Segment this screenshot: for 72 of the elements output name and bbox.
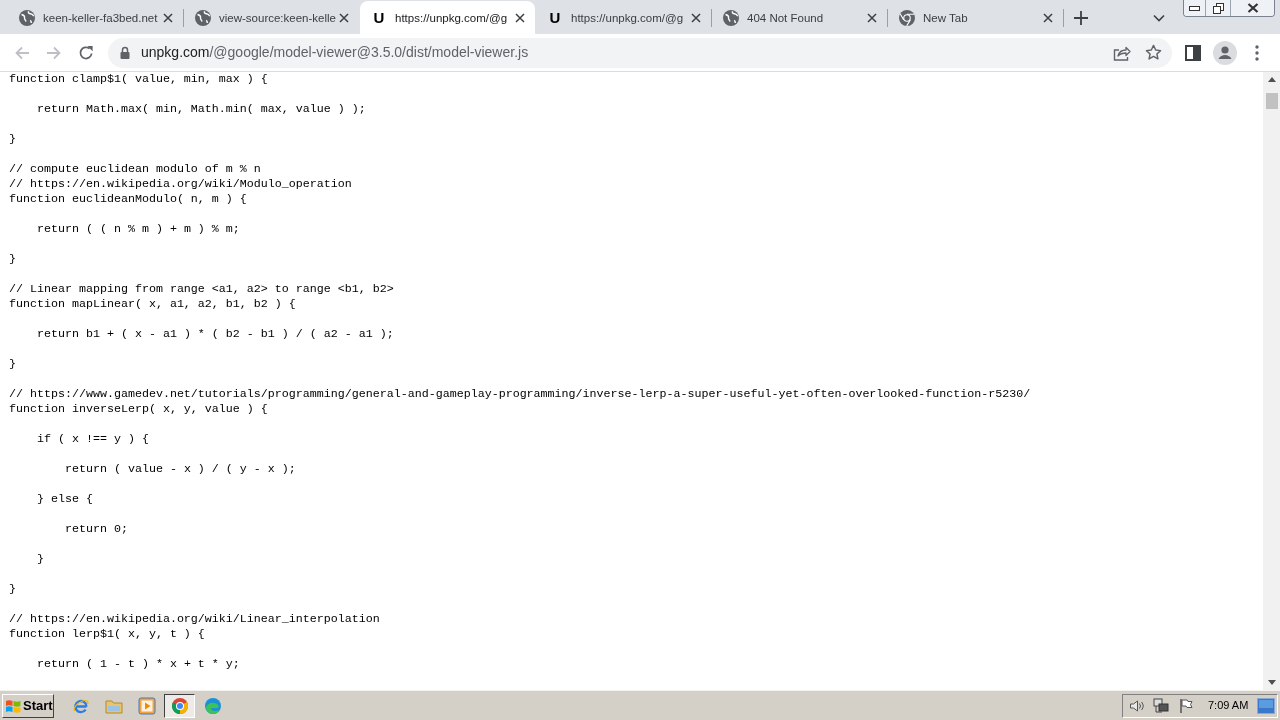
code-line: } [36, 552, 44, 567]
globe-icon [19, 9, 35, 26]
favicon-letter: U [548, 9, 562, 26]
tab[interactable]: 404 Not Found [712, 1, 887, 34]
scrollbar[interactable] [1263, 72, 1280, 690]
tray-clock: 7:09 AM [1208, 698, 1249, 714]
address-bar[interactable]: unpkg.com/@google/model-viewer@3.5.0/dist/model-viewer.js [108, 37, 1172, 68]
bookmark-star-icon[interactable] [1145, 44, 1162, 61]
code-line: function mapLinear( x, a1, a2, b1, b2 ) { [9, 297, 296, 312]
minimize-icon [1189, 5, 1200, 11]
play-icon [137, 696, 156, 715]
code-line: return ( 1 - t ) * x + t * y; [36, 657, 240, 672]
tab[interactable]: view-source:keen-kelle [184, 1, 359, 34]
scroll-down-icon[interactable] [1267, 680, 1276, 685]
close-icon[interactable] [339, 12, 349, 23]
code-line: // Linear mapping from range <a1, a2> to range <b1, b2> [9, 282, 394, 297]
code-line: // https://en.wikipedia.org/wiki/Modulo_operation [9, 177, 352, 192]
scroll-up-icon[interactable] [1267, 77, 1276, 82]
close-icon[interactable] [867, 12, 877, 23]
code-line: } else { [36, 492, 93, 507]
circle-logo-icon [170, 696, 189, 715]
caret-down-icon[interactable] [1153, 13, 1165, 22]
code-line: function euclideanModulo( n, m ) { [9, 192, 247, 207]
minimize-button[interactable] [1184, 0, 1206, 16]
code-line: } [9, 582, 16, 597]
tab[interactable]: New Tab [888, 1, 1063, 34]
close-icon[interactable] [515, 12, 525, 23]
swirl-logo-icon [203, 696, 222, 715]
flag-logo-icon [5, 697, 22, 714]
code-line: return ( value - x ) / ( y - x ); [63, 462, 296, 477]
code-line: function inverseLerp( x, y, value ) { [9, 402, 268, 417]
code-line: } [9, 132, 16, 147]
taskbar-app-button[interactable] [164, 693, 195, 718]
code-line: return ( ( n % m ) + m ) % m; [36, 222, 240, 237]
show-desktop-icon[interactable] [1257, 697, 1275, 714]
tab[interactable]: keen-keller-fa3bed.net [8, 1, 183, 34]
globe-icon [195, 9, 211, 26]
ring-logo-icon [899, 9, 915, 26]
code-line: } [9, 357, 16, 372]
network-icon[interactable] [1153, 697, 1169, 714]
code-line: // https://www.gamedev.net/tutorials/programming/general-and-gameplay-programming/inverse-lerp-a-super-useful-yet-often-overlooked-function-r5230/ [9, 387, 1031, 402]
restore-button[interactable] [1206, 0, 1231, 16]
code-line: // compute euclidean modulo of m % n [9, 162, 261, 177]
speaker-icon[interactable] [1129, 697, 1145, 714]
start-button[interactable]: Start [2, 693, 54, 718]
close-icon[interactable] [1043, 12, 1053, 23]
code-line: return b1 + ( x - a1 ) * ( b2 - b1 ) / ( a2 - a1 ); [36, 327, 394, 342]
flag-icon[interactable] [1178, 697, 1194, 714]
reload-icon[interactable] [78, 44, 94, 61]
side-panel-icon[interactable] [1185, 44, 1201, 61]
scrollbar-thumb[interactable] [1265, 93, 1278, 109]
close-icon[interactable] [163, 12, 173, 23]
globe-icon [723, 9, 739, 26]
close-icon [1246, 3, 1259, 13]
code-line: function clamp$1( value, min, max ) { [9, 72, 268, 87]
plus-icon[interactable] [1074, 10, 1088, 25]
restore-icon [1212, 2, 1224, 14]
profile-avatar-icon[interactable] [1213, 40, 1237, 65]
code-line: function lerp$1( x, y, t ) { [9, 627, 205, 642]
code-line: return Math.max( min, Math.min( max, value ) ); [36, 102, 366, 117]
close-window-button[interactable] [1231, 0, 1274, 16]
lock-icon[interactable] [120, 46, 130, 59]
code-line: } [9, 252, 16, 267]
code-line: return 0; [63, 522, 128, 537]
tab[interactable]: U https://unpkg.com/@g [536, 1, 711, 34]
tab[interactable]: U https://unpkg.com/@g [360, 1, 535, 34]
share-icon[interactable] [1113, 44, 1131, 61]
favicon-letter: U [372, 9, 386, 26]
code-line: // https://en.wikipedia.org/wiki/Linear_interpolation [9, 612, 380, 627]
more-menu-icon[interactable] [1255, 44, 1259, 61]
code-line: if ( x !== y ) { [36, 432, 149, 447]
close-icon[interactable] [691, 12, 701, 23]
